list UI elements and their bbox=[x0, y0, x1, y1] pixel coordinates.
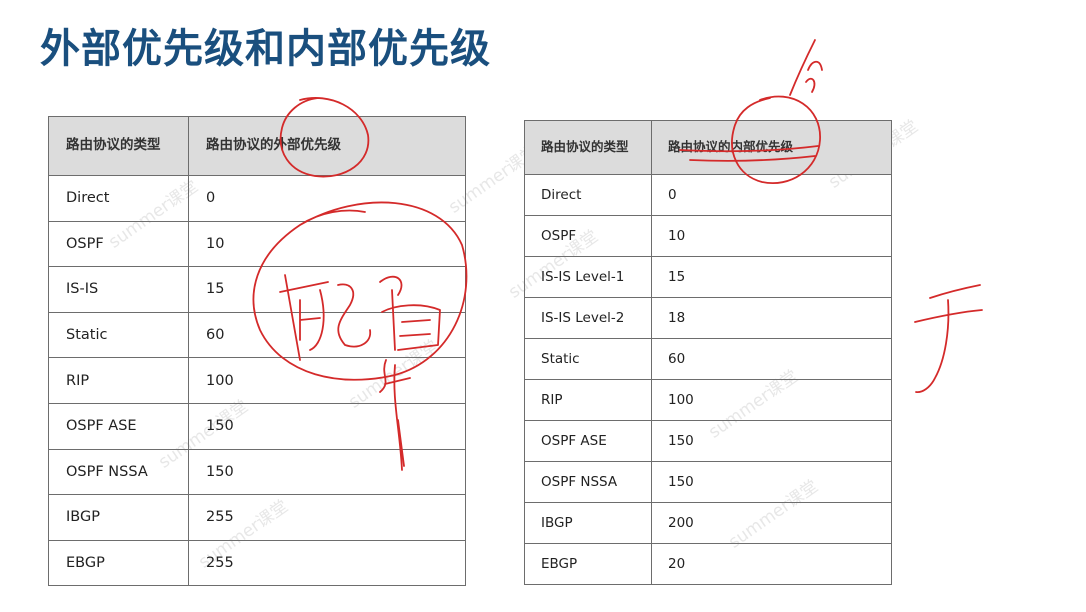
priority-cell: 255 bbox=[188, 539, 466, 587]
table-row: IS-IS 15 bbox=[48, 266, 466, 313]
column-header-protocol-type: 路由协议的类型 bbox=[524, 120, 652, 175]
column-header-protocol-type: 路由协议的类型 bbox=[48, 116, 189, 176]
column-header-external-priority: 路由协议的外部优先级 bbox=[188, 116, 466, 176]
priority-cell: 10 bbox=[651, 215, 892, 257]
priority-cell: 0 bbox=[188, 175, 466, 222]
external-priority-table: 路由协议的类型 路由协议的外部优先级 Direct 0 OSPF 10 IS-IS 1… bbox=[48, 116, 466, 587]
table-row: Static 60 bbox=[48, 311, 466, 359]
table-row: IS-IS Level-2 18 bbox=[524, 297, 892, 339]
protocol-cell: OSPF ASE bbox=[524, 420, 652, 462]
protocol-cell: Direct bbox=[48, 175, 189, 222]
protocol-cell: OSPF bbox=[524, 215, 652, 257]
priority-cell: 10 bbox=[188, 220, 466, 268]
protocol-cell: IS-IS bbox=[48, 266, 189, 313]
protocol-cell: Static bbox=[48, 311, 189, 359]
table-row: OSPF 10 bbox=[48, 220, 466, 268]
table-row: EBGP 255 bbox=[48, 539, 466, 587]
protocol-cell: RIP bbox=[48, 357, 189, 404]
page-title: 外部优先级和内部优先级 bbox=[40, 26, 491, 72]
protocol-cell: IS-IS Level-2 bbox=[524, 297, 652, 339]
table-row: EBGP 20 bbox=[524, 543, 892, 585]
priority-cell: 18 bbox=[651, 297, 892, 339]
table-row: IBGP 255 bbox=[48, 494, 466, 541]
table-row: RIP 100 bbox=[48, 357, 466, 404]
table-row: OSPF ASE 150 bbox=[524, 420, 892, 462]
table-row: OSPF NSSA 150 bbox=[48, 448, 466, 496]
column-header-internal-priority: 路由协议的内部优先级 bbox=[651, 120, 892, 175]
table-row: OSPF ASE 150 bbox=[48, 402, 466, 450]
handwritten-stroke bbox=[789, 39, 823, 96]
protocol-cell: IBGP bbox=[48, 494, 189, 541]
priority-cell: 150 bbox=[651, 420, 892, 462]
table-header-row: 路由协议的类型 路由协议的内部优先级 bbox=[524, 120, 892, 175]
priority-cell: 150 bbox=[188, 448, 466, 496]
protocol-cell: IBGP bbox=[524, 502, 652, 544]
table-row: OSPF NSSA 150 bbox=[524, 461, 892, 503]
priority-cell: 100 bbox=[651, 379, 892, 421]
table-row: Direct 0 bbox=[524, 174, 892, 216]
table-row: RIP 100 bbox=[524, 379, 892, 421]
table-row: OSPF 10 bbox=[524, 215, 892, 257]
priority-cell: 150 bbox=[188, 402, 466, 450]
protocol-cell: OSPF NSSA bbox=[48, 448, 189, 496]
protocol-cell: IS-IS Level-1 bbox=[524, 256, 652, 298]
protocol-cell: RIP bbox=[524, 379, 652, 421]
priority-cell: 0 bbox=[651, 174, 892, 216]
priority-cell: 15 bbox=[651, 256, 892, 298]
priority-cell: 20 bbox=[651, 543, 892, 585]
protocol-cell: EBGP bbox=[524, 543, 652, 585]
protocol-cell: EBGP bbox=[48, 539, 189, 587]
protocol-cell: OSPF NSSA bbox=[524, 461, 652, 503]
priority-cell: 200 bbox=[651, 502, 892, 544]
table-row: IS-IS Level-1 15 bbox=[524, 256, 892, 298]
priority-cell: 255 bbox=[188, 494, 466, 541]
priority-cell: 60 bbox=[651, 338, 892, 380]
table-row: IBGP 200 bbox=[524, 502, 892, 544]
protocol-cell: Static bbox=[524, 338, 652, 380]
table-row: Direct 0 bbox=[48, 175, 466, 222]
priority-cell: 15 bbox=[188, 266, 466, 313]
protocol-cell: OSPF ASE bbox=[48, 402, 189, 450]
table-row: Static 60 bbox=[524, 338, 892, 380]
protocol-cell: Direct bbox=[524, 174, 652, 216]
table-header-row: 路由协议的类型 路由协议的外部优先级 bbox=[48, 116, 466, 176]
priority-cell: 150 bbox=[651, 461, 892, 503]
priority-cell: 60 bbox=[188, 311, 466, 359]
handwritten-mark bbox=[914, 284, 983, 393]
internal-priority-table: 路由协议的类型 路由协议的内部优先级 Direct 0 OSPF 10 IS-IS … bbox=[524, 120, 892, 585]
protocol-cell: OSPF bbox=[48, 220, 189, 268]
priority-cell: 100 bbox=[188, 357, 466, 404]
